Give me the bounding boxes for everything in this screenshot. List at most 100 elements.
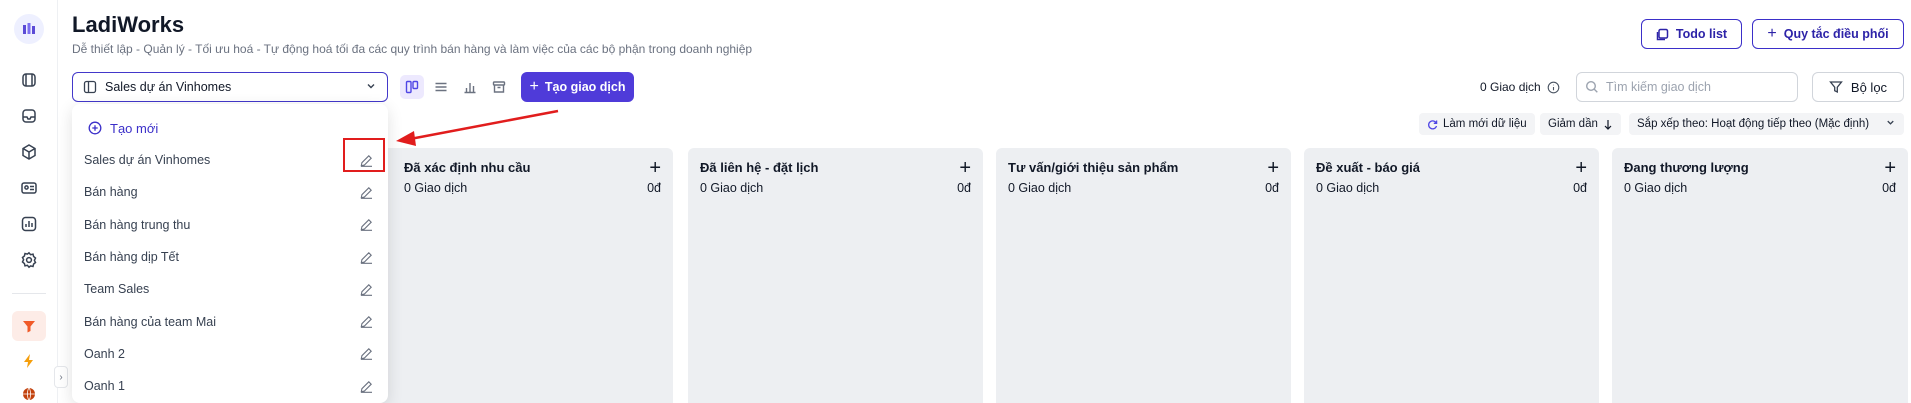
pencil-icon[interactable] [356,247,376,267]
pencil-icon[interactable] [356,279,376,299]
refresh-icon [1428,119,1438,129]
pencil-icon[interactable] [356,215,376,235]
sidebar-collapse-toggle[interactable]: › [54,366,68,388]
chevron-down-icon [365,80,377,95]
kanban-view-icon [405,80,419,94]
inbox-icon[interactable] [18,105,40,127]
sort-by-select[interactable]: Sắp xếp theo: Hoạt động tiếp theo (Mặc đ… [1629,113,1904,135]
annotation-highlight-box [343,138,385,172]
pipeline-column: Tư vấn/giới thiệu sản phẩm + 0 Giao dịch… [996,148,1291,403]
report-view-button[interactable] [458,75,482,99]
pipeline-column: Đề xuất - báo giá + 0 Giao dịch 0đ [1304,148,1599,403]
left-sidebar [0,0,58,403]
refresh-data-label: Làm mới dữ liệu [1443,118,1527,130]
info-icon[interactable] [1547,81,1560,94]
add-deal-plus-icon[interactable]: + [1267,158,1279,178]
pipeline-option-label: Bán hàng của team Mai [84,314,217,329]
archive-view-icon [492,81,506,93]
pipeline-option[interactable]: Team Sales [72,273,388,305]
page-title: LadiWorks [72,12,185,37]
pipeline-option-label: Oanh 1 [84,379,126,394]
pipeline-option[interactable]: Oanh 2 [72,338,388,370]
pipeline-option-label: Bán hàng trung thu [84,217,191,232]
refresh-data-button[interactable]: Làm mới dữ liệu [1419,113,1535,135]
column-amount: 0đ [647,181,661,195]
pipeline-option[interactable]: Bán hàng [72,176,388,208]
pipeline-option-label: Bán hàng dịp Tết [84,250,179,265]
column-title: Tư vấn/giới thiệu sản phẩm [1008,160,1179,175]
pipeline-option[interactable]: Bán hàng dịp Tết [72,241,388,273]
column-amount: 0đ [1573,181,1587,195]
search-box[interactable] [1576,72,1798,102]
pencil-icon[interactable] [356,376,376,396]
add-deal-plus-icon[interactable]: + [1575,158,1587,178]
search-input[interactable] [1606,80,1786,94]
pipeline-option-label: Bán hàng [84,185,138,200]
distribution-rules-button[interactable]: + Quy tắc điều phối [1752,19,1904,49]
pipeline-option-label: Team Sales [84,282,150,297]
column-amount: 0đ [1882,181,1896,195]
chart-icon[interactable] [18,213,40,235]
column-amount: 0đ [1265,181,1279,195]
report-view-icon [464,83,476,94]
list-view-button[interactable] [429,75,453,99]
todo-list-label: Todo list [1675,27,1728,41]
app-logo-icon[interactable] [14,14,44,44]
column-amount: 0đ [957,181,971,195]
add-deal-plus-icon[interactable]: + [959,158,971,178]
globe-icon[interactable] [18,383,40,403]
bolt-icon[interactable] [18,350,40,372]
create-pipeline-label: Tạo mới [110,120,159,136]
deal-count-text: 0 Giao dịch [1480,80,1541,94]
todo-icon [1656,28,1669,40]
kanban-view-icon [83,80,97,94]
box-icon[interactable] [18,69,40,91]
pipeline-column: Đã liên hệ - đặt lịch + 0 Giao dịch 0đ [688,148,983,403]
pipeline-column: Đang thương lượng + 0 Giao dịch 0đ [1612,148,1908,403]
create-deal-label: Tạo giao dịch [544,80,626,94]
plus-icon: + [1767,25,1777,42]
column-title: Đề xuất - báo giá [1316,160,1421,175]
column-deal-count: 0 Giao dịch [1316,181,1380,195]
pencil-icon[interactable] [356,312,376,332]
column-deal-count: 0 Giao dịch [700,181,764,195]
pipeline-option[interactable]: Bán hàng trung thu [72,209,388,241]
plus-icon: + [529,78,539,95]
chevron-down-icon [1885,117,1896,131]
pipeline-select[interactable]: Sales dự án Vinhomes [72,72,388,102]
archive-view-button[interactable] [487,75,511,99]
column-deal-count: 0 Giao dịch [1624,181,1688,195]
pipeline-dropdown-menu: Tạo mới Sales dự án Vinhomes Bán hàng Bá… [72,104,388,403]
pipeline-selected-value: Sales dự án Vinhomes [105,80,232,94]
funnel-icon[interactable] [12,311,46,341]
pipeline-option[interactable]: Bán hàng của team Mai [72,305,388,337]
column-deal-count: 0 Giao dịch [404,181,468,195]
add-deal-plus-icon[interactable]: + [649,158,661,178]
settings-icon[interactable] [18,249,40,271]
pencil-icon[interactable] [356,344,376,364]
cube-icon[interactable] [18,141,40,163]
create-deal-button[interactable]: + Tạo giao dịch [521,72,634,102]
page-subtitle: Dễ thiết lập - Quản lý - Tối ưu hoá - Tự… [72,42,753,56]
pipeline-option-label: Sales dự án Vinhomes [84,153,211,168]
sort-direction-button[interactable]: Giảm dần [1540,113,1621,135]
plus-circle-icon [88,121,102,135]
filter-label: Bộ lọc [1850,79,1888,95]
contact-card-icon[interactable] [18,177,40,199]
list-view-icon [435,82,447,92]
arrow-down-icon [1604,119,1612,130]
filter-icon [1829,81,1843,94]
pipeline-option-label: Oanh 2 [84,346,126,361]
create-pipeline-option[interactable]: Tạo mới [72,112,388,144]
kanban-view-button[interactable] [400,75,424,99]
pipeline-column: Đã xác định nhu cầu + 0 Giao dịch 0đ [378,148,673,403]
filter-button[interactable]: Bộ lọc [1812,72,1904,102]
pipeline-option[interactable]: Oanh 1 [72,370,388,402]
sort-direction-label: Giảm dần [1548,118,1598,130]
sort-by-label: Sắp xếp theo: Hoạt động tiếp theo (Mặc đ… [1637,118,1870,130]
todo-list-button[interactable]: Todo list [1641,19,1742,49]
add-deal-plus-icon[interactable]: + [1884,158,1896,178]
pencil-icon[interactable] [356,182,376,202]
distribution-rules-label: Quy tắc điều phối [1783,27,1889,41]
pipeline-option[interactable]: Sales dự án Vinhomes [72,144,388,176]
